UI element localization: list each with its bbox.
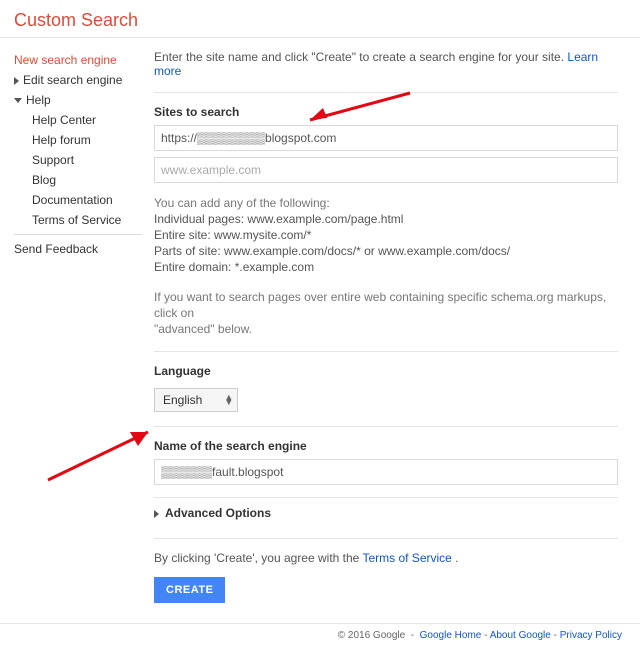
page-header: Custom Search [0,0,640,38]
sites-to-search-label: Sites to search [154,105,618,119]
nav-tos[interactable]: Terms of Service [32,210,142,230]
sidebar: New search engine Edit search engine Hel… [0,38,142,623]
nav-new-search-engine[interactable]: New search engine [14,50,142,70]
intro-text: Enter the site name and click "Create" t… [154,50,618,78]
nav-help-center[interactable]: Help Center [32,110,142,130]
help-advanced-block: If you want to search pages over entire … [154,289,618,337]
language-label: Language [154,364,618,378]
chevron-right-icon [154,510,159,518]
advanced-options-toggle[interactable]: Advanced Options [154,497,618,528]
nav-support[interactable]: Support [32,150,142,170]
page-title: Custom Search [14,10,626,31]
site-url-input[interactable] [154,125,618,151]
engine-name-label: Name of the search engine [154,439,618,453]
nav-blog[interactable]: Blog [32,170,142,190]
tos-link[interactable]: Terms of Service [362,551,451,565]
agree-text: By clicking 'Create', you agree with the… [154,551,618,565]
chevron-right-icon [14,77,19,85]
nav-documentation[interactable]: Documentation [32,190,142,210]
engine-name-input[interactable] [154,459,618,485]
footer-google-home-link[interactable]: Google Home [420,630,482,641]
footer-about-google-link[interactable]: About Google [490,630,551,641]
select-caret-icon: ▲▼ [224,395,233,405]
nav-help[interactable]: Help [14,90,142,110]
nav-send-feedback[interactable]: Send Feedback [14,239,142,259]
help-format-block: You can add any of the following: Indivi… [154,195,618,275]
chevron-down-icon [14,98,22,103]
language-select[interactable]: English ▲▼ [154,388,238,412]
main-content: Enter the site name and click "Create" t… [142,38,640,623]
site-url-placeholder-input[interactable] [154,157,618,183]
create-button[interactable]: CREATE [154,577,225,603]
footer-privacy-link[interactable]: Privacy Policy [560,630,622,641]
page-footer: © 2016 Google - Google Home - About Goog… [0,623,640,651]
nav-edit-search-engine[interactable]: Edit search engine [14,70,142,90]
nav-help-forum[interactable]: Help forum [32,130,142,150]
